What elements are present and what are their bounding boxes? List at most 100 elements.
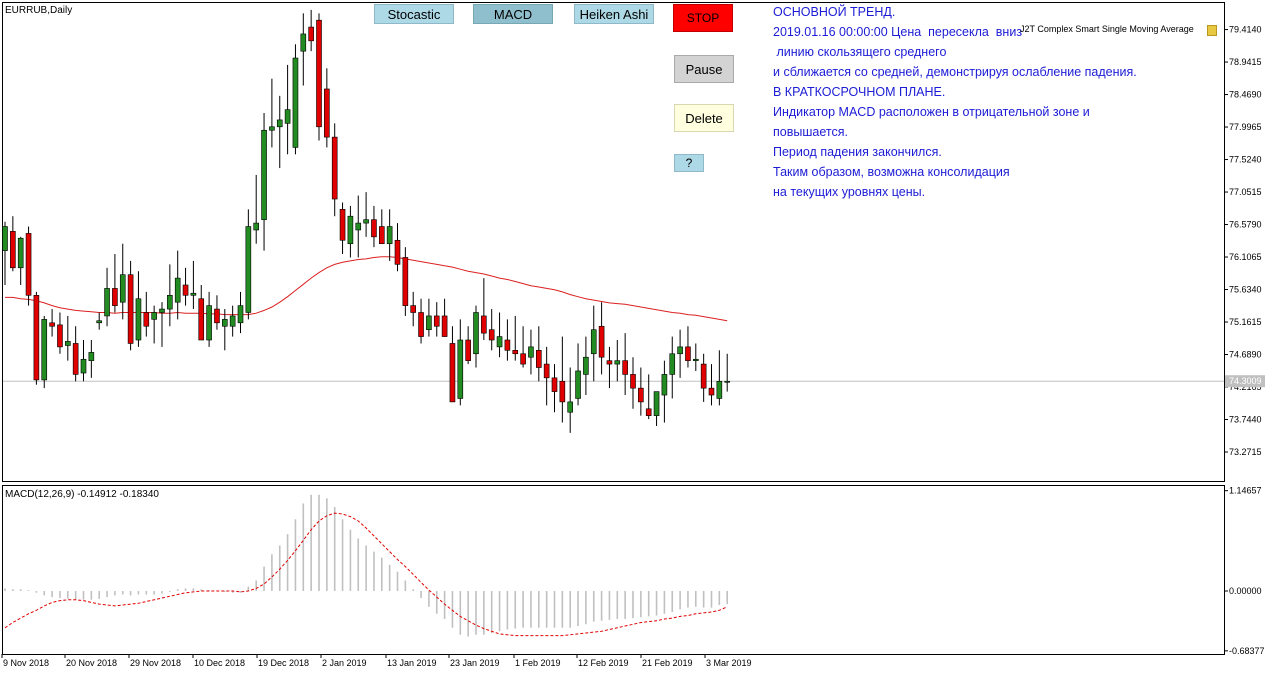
bull-candle bbox=[426, 315, 432, 330]
price-tick-label: 77.0515 bbox=[1229, 187, 1262, 197]
pause-button[interactable]: Pause bbox=[674, 55, 734, 83]
indicator-properties-icon[interactable] bbox=[1207, 25, 1217, 36]
time-tick-label: 23 Jan 2019 bbox=[450, 658, 500, 668]
bear-candle bbox=[433, 315, 440, 327]
bear-candle bbox=[33, 295, 40, 381]
time-tick-label: 12 Feb 2019 bbox=[578, 658, 629, 668]
comment-line: ОСНОВНОЙ ТРЕНД. bbox=[773, 5, 896, 19]
bear-candle bbox=[622, 360, 628, 375]
comment-line: Период падения закончился. bbox=[773, 145, 942, 159]
price-tick-label: 73.7440 bbox=[1229, 415, 1262, 425]
time-tick-label: 29 Nov 2018 bbox=[130, 658, 181, 668]
bull-candle bbox=[222, 319, 228, 327]
bull-candle bbox=[284, 109, 291, 124]
bear-candle bbox=[308, 26, 314, 42]
bull-candle bbox=[583, 356, 589, 375]
comment-line: В КРАТКОСРОЧНОМ ПЛАНЕ. bbox=[773, 85, 946, 99]
bull-candle bbox=[661, 374, 668, 396]
macd-tick-label: 0.00000 bbox=[1229, 586, 1262, 596]
bull-candle bbox=[206, 305, 212, 341]
bull-candle bbox=[269, 126, 275, 131]
macd-axis: 1.14657 0.00000 -0.68377 bbox=[1224, 486, 1265, 656]
bear-candle bbox=[535, 350, 542, 368]
bull-candle bbox=[17, 237, 24, 269]
bull-candle bbox=[457, 339, 464, 399]
price-tick-label: 75.6340 bbox=[1229, 285, 1262, 295]
bull-candle bbox=[80, 358, 87, 374]
bull-candle bbox=[575, 370, 581, 399]
indicator-label: J2T Complex Smart Single Moving Average bbox=[1020, 24, 1194, 34]
bull-candle bbox=[65, 341, 71, 346]
macd-title: MACD(12,26,9) -0.14912 -0.18340 bbox=[5, 489, 159, 500]
bear-candle bbox=[402, 257, 409, 306]
bear-candle bbox=[441, 315, 448, 337]
macd-button[interactable]: MACD bbox=[473, 4, 553, 24]
bear-candle bbox=[606, 360, 613, 365]
time-axis: 9 Nov 2018 20 Nov 2018 29 Nov 2018 10 Dec 2… bbox=[1, 654, 752, 668]
bull-candle bbox=[496, 336, 503, 348]
comment-line: и сближается со средней, демонстрируя ос… bbox=[773, 65, 1137, 79]
time-tick-label: 1 Feb 2019 bbox=[515, 658, 561, 668]
bear-candle bbox=[449, 343, 456, 403]
bear-candle bbox=[410, 305, 417, 313]
bear-candle bbox=[378, 226, 385, 245]
bull-candle bbox=[386, 226, 393, 245]
bear-candle bbox=[630, 374, 636, 389]
bear-candle bbox=[465, 339, 471, 361]
price-tick-label: 75.1615 bbox=[1229, 317, 1262, 327]
bear-candle bbox=[324, 88, 330, 138]
bull-candle bbox=[614, 360, 621, 365]
bull-candle bbox=[88, 352, 95, 361]
bull-candle bbox=[292, 57, 299, 148]
bull-candle bbox=[276, 119, 283, 128]
bear-candle bbox=[339, 209, 346, 241]
price-tick-label: 78.4690 bbox=[1229, 90, 1262, 100]
bull-candle bbox=[135, 298, 142, 341]
chart-title: EURRUB,Daily bbox=[5, 5, 72, 16]
price-tick-label: 73.2715 bbox=[1229, 447, 1262, 457]
macd-panel-border bbox=[2, 485, 1225, 655]
current-price-value: 74.3009 bbox=[1229, 376, 1262, 386]
comment-line: на текущих уровнях цены. bbox=[773, 185, 926, 199]
bear-candle bbox=[331, 136, 338, 200]
delete-button[interactable]: Delete bbox=[674, 104, 734, 132]
bull-candle bbox=[245, 226, 252, 313]
bear-candle bbox=[488, 329, 495, 341]
price-axis: 79.4140 78.9415 78.4690 77.9965 77.5240 77.05… bbox=[1224, 25, 1262, 457]
bear-candle bbox=[10, 231, 16, 269]
bear-candle bbox=[700, 363, 707, 389]
bull-candle bbox=[363, 219, 369, 224]
price-tick-label: 76.1065 bbox=[1229, 252, 1262, 262]
time-tick-label: 19 Dec 2018 bbox=[258, 658, 309, 668]
comment-line: линию скользящего среднего bbox=[773, 45, 947, 59]
price-tick-label: 78.9415 bbox=[1229, 57, 1262, 67]
bull-candle bbox=[677, 346, 683, 355]
bear-candle bbox=[127, 274, 134, 344]
bull-candle bbox=[653, 391, 660, 416]
time-tick-label: 20 Nov 2018 bbox=[66, 658, 117, 668]
heiken-ashi-button[interactable]: Heiken Ashi bbox=[574, 4, 654, 24]
comment-line: Индикатор MACD расположен в отрицательно… bbox=[773, 105, 1090, 119]
price-tick-label: 74.6890 bbox=[1229, 350, 1262, 360]
bull-candle bbox=[159, 308, 165, 313]
bull-candle bbox=[590, 329, 597, 355]
bear-candle bbox=[512, 350, 519, 355]
price-tick-label: 77.5240 bbox=[1229, 155, 1262, 165]
bear-candle bbox=[685, 346, 691, 361]
bear-candle bbox=[551, 377, 558, 392]
bear-candle bbox=[316, 19, 322, 128]
stocastic-button[interactable]: Stocastic bbox=[374, 4, 454, 24]
bear-candle bbox=[112, 288, 118, 306]
bear-candle bbox=[394, 239, 401, 265]
bear-candle bbox=[25, 233, 32, 296]
bull-candle bbox=[692, 358, 699, 361]
bull-candle bbox=[355, 222, 362, 231]
bull-candle bbox=[237, 305, 244, 324]
bull-candle bbox=[567, 401, 574, 413]
bull-candle bbox=[119, 274, 126, 303]
bear-candle bbox=[57, 324, 63, 348]
stop-button[interactable]: STOP bbox=[673, 4, 733, 32]
comment-line: повышается. bbox=[773, 125, 848, 139]
comment-line: Таким образом, возможна консолидация bbox=[773, 165, 1010, 179]
help-button[interactable]: ? bbox=[674, 154, 704, 172]
